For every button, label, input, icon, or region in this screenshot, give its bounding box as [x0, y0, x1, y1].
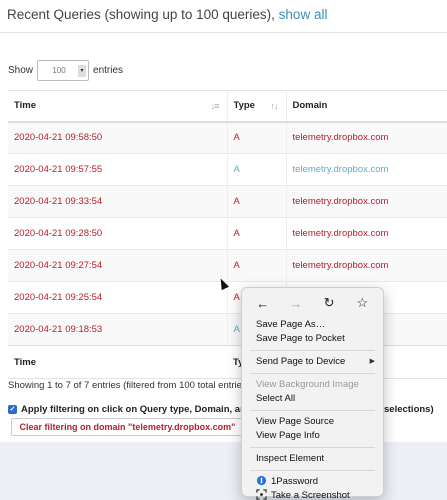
- forward-icon[interactable]: →: [285, 292, 307, 314]
- screenshot-icon: [256, 489, 267, 500]
- chevron-down-icon: ▾: [78, 65, 87, 77]
- table-row[interactable]: 2020-04-21 09:33:54 Atelemetry.dropbox.co…: [8, 185, 447, 218]
- filter-checkbox[interactable]: ✓: [8, 405, 17, 414]
- context-menu: ← → ↻ ☆ Save Page As… Save Page to Pocke…: [241, 287, 384, 500]
- query-type[interactable]: A: [226, 121, 286, 154]
- clear-filter-button[interactable]: Clear filtering on domain "telemetry.dro…: [11, 418, 244, 436]
- menu-divider: [250, 373, 375, 374]
- table-row[interactable]: 2020-04-21 09:27:54 Atelemetry.dropbox.co…: [8, 249, 447, 282]
- sort-desc-icon: ↓≡: [210, 101, 220, 111]
- table-row[interactable]: 2020-04-21 09:58:50 Atelemetry.dropbox.co…: [8, 121, 447, 154]
- table-row[interactable]: 2020-04-21 09:28:50 Atelemetry.dropbox.co…: [8, 217, 447, 250]
- menu-item-inspect-element[interactable]: Inspect Element: [242, 452, 383, 466]
- filter-label-tail: selections): [384, 404, 434, 415]
- panel-title: Recent Queries (showing up to 100 querie…: [7, 7, 275, 22]
- query-domain[interactable]: telemetry.dropbox.com: [285, 249, 447, 282]
- menu-item-view-page-info[interactable]: View Page Info: [242, 429, 383, 443]
- panel-header: Recent Queries (showing up to 100 querie…: [0, 0, 447, 33]
- menu-divider: [250, 350, 375, 351]
- bookmark-star-icon[interactable]: ☆: [351, 292, 373, 314]
- query-time[interactable]: 2020-04-21 09:18:53: [8, 313, 227, 346]
- query-domain[interactable]: telemetry.dropbox.com: [285, 153, 447, 186]
- reload-icon[interactable]: ↻: [318, 292, 340, 314]
- filter-option[interactable]: ✓ Apply filtering on click on Query type…: [8, 404, 264, 415]
- menu-divider: [250, 410, 375, 411]
- column-header-domain[interactable]: Domain: [285, 90, 447, 123]
- show-label: Show: [8, 65, 34, 76]
- menu-divider: [250, 447, 375, 448]
- submenu-arrow-icon: ▶: [369, 358, 375, 365]
- filter-label: Apply filtering on click on Query type, …: [21, 404, 264, 415]
- query-time[interactable]: 2020-04-21 09:57:55: [8, 153, 227, 186]
- menu-divider: [250, 470, 375, 471]
- column-header-type[interactable]: Type ↑↓: [226, 90, 286, 123]
- query-time[interactable]: 2020-04-21 09:58:50: [8, 121, 227, 154]
- query-time[interactable]: 2020-04-21 09:25:54: [8, 281, 227, 314]
- onepassword-icon: [256, 475, 267, 486]
- footer-header-time: Time: [8, 345, 227, 379]
- menu-item-send-to-device[interactable]: Send Page to Device ▶: [242, 355, 383, 369]
- context-nav-row: ← → ↻ ☆: [242, 288, 383, 318]
- menu-item-take-screenshot[interactable]: Take a Screenshot: [242, 489, 383, 500]
- query-type[interactable]: A: [226, 153, 286, 186]
- query-type[interactable]: A: [226, 217, 286, 250]
- entries-select-value: 100: [52, 66, 66, 75]
- entries-select[interactable]: 100 ▾: [37, 60, 90, 81]
- menu-item-1password[interactable]: 1Password: [242, 475, 383, 489]
- menu-item-view-background-image: View Background Image: [256, 379, 359, 390]
- query-time[interactable]: 2020-04-21 09:27:54: [8, 249, 227, 282]
- query-domain[interactable]: telemetry.dropbox.com: [285, 185, 447, 218]
- length-control: Show 100 ▾ entries: [8, 60, 123, 81]
- query-type[interactable]: A: [226, 249, 286, 282]
- query-time[interactable]: 2020-04-21 09:28:50: [8, 217, 227, 250]
- table-row[interactable]: 2020-04-21 09:57:55 Atelemetry.dropbox.co…: [8, 153, 447, 186]
- menu-item-save-page-as[interactable]: Save Page As…: [242, 318, 383, 332]
- query-type[interactable]: A: [226, 185, 286, 218]
- sort-icon: ↑↓: [270, 101, 279, 111]
- show-all-link[interactable]: show all: [279, 7, 328, 22]
- menu-item-view-page-source[interactable]: View Page Source: [242, 415, 383, 429]
- query-domain[interactable]: telemetry.dropbox.com: [285, 121, 447, 154]
- back-icon[interactable]: ←: [252, 292, 274, 314]
- menu-item-select-all[interactable]: Select All: [242, 392, 383, 406]
- table-summary: Showing 1 to 7 of 7 entries (filtered fr…: [8, 380, 250, 391]
- entries-label: entries: [93, 65, 124, 76]
- query-domain[interactable]: telemetry.dropbox.com: [285, 217, 447, 250]
- menu-item-save-to-pocket[interactable]: Save Page to Pocket: [242, 332, 383, 346]
- query-time[interactable]: 2020-04-21 09:33:54: [8, 185, 227, 218]
- column-header-time[interactable]: Time ↓≡: [8, 90, 227, 123]
